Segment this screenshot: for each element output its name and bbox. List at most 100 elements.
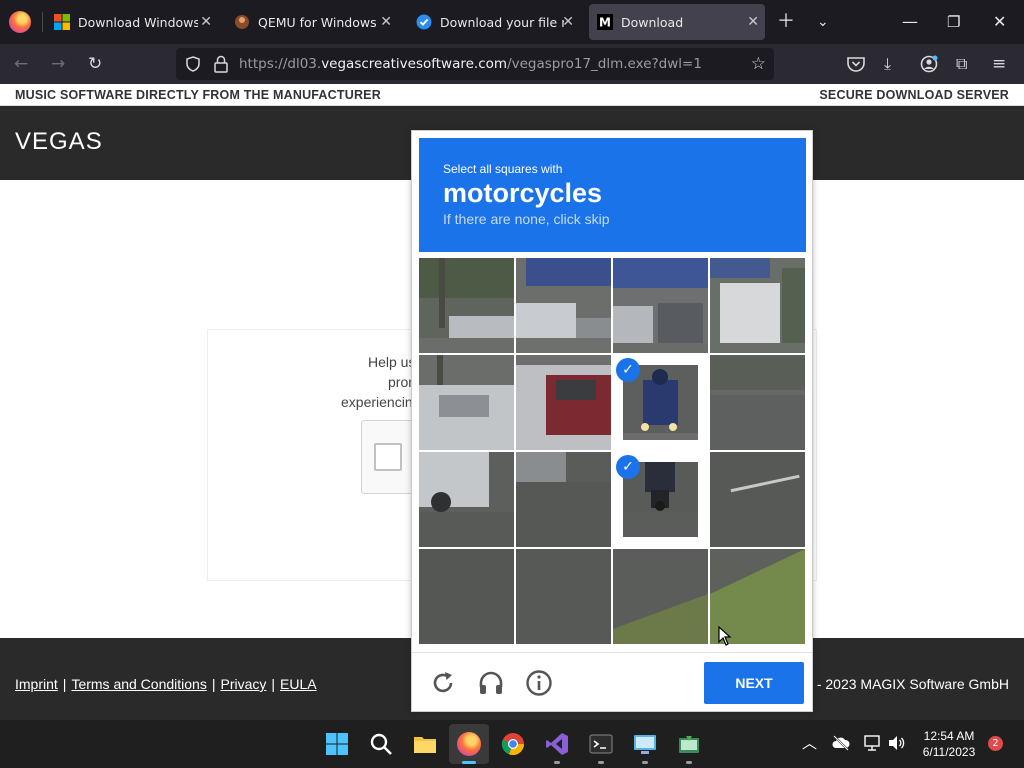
challenge-target: motorcycles <box>443 178 603 208</box>
clock-time: 12:54 AM <box>923 729 975 743</box>
challenge-footer-divider <box>412 652 812 653</box>
app-running-indicator <box>554 761 560 764</box>
app-active-indicator <box>462 761 476 764</box>
close-window-icon[interactable]: ✕ <box>993 12 1006 32</box>
file-explorer-icon[interactable] <box>413 732 437 756</box>
captcha-challenge-popup: Select all squares with motorcycles If t… <box>411 130 813 712</box>
chrome-icon[interactable] <box>501 732 525 756</box>
bookmark-star-icon[interactable]: ☆ <box>751 54 766 74</box>
tab-download-active[interactable]: M Download ✕ <box>589 4 765 40</box>
browser-tab-bar: Download Windows 10 ✕ QEMU for Windows –… <box>0 0 1024 44</box>
app-running-indicator <box>642 761 648 764</box>
refresh-icon[interactable] <box>429 669 457 697</box>
vm-manager-icon[interactable] <box>677 732 701 756</box>
url-bar[interactable]: https://dl03.vegascreativesoftware.com/v… <box>176 48 774 80</box>
app-running-indicator <box>686 761 692 764</box>
firefox-taskbar-icon[interactable] <box>457 732 481 756</box>
copyright-text: 3 - 2023 MAGIX Software GmbH <box>805 676 1009 692</box>
top-info-strip: MUSIC SOFTWARE DIRECTLY FROM THE MANUFAC… <box>0 84 1024 106</box>
selected-check-icon: ✓ <box>616 358 640 382</box>
magix-icon: M <box>597 14 613 30</box>
eula-link[interactable]: EULA <box>280 676 317 692</box>
clock-date: 6/11/2023 <box>922 745 976 759</box>
grid-tile[interactable] <box>419 452 514 547</box>
terms-link[interactable]: Terms and Conditions <box>71 676 206 692</box>
hamburger-menu-icon[interactable]: ≡ <box>992 54 1006 74</box>
vegas-logo[interactable]: VEGAS <box>15 128 103 156</box>
grid-tile[interactable] <box>516 258 611 353</box>
svg-text:M: M <box>599 16 611 30</box>
strip-left-text: MUSIC SOFTWARE DIRECTLY FROM THE MANUFAC… <box>15 88 381 102</box>
terminal-icon[interactable] <box>589 732 613 756</box>
check-badge-icon <box>416 14 432 30</box>
pocket-icon[interactable] <box>847 56 865 72</box>
url-text[interactable]: https://dl03.vegascreativesoftware.com/v… <box>239 56 702 72</box>
downloads-icon[interactable]: ⤓ <box>884 54 891 74</box>
selected-check-icon: ✓ <box>616 455 640 479</box>
grid-tile[interactable] <box>710 355 805 450</box>
system-clock[interactable]: 12:54 AM 6/11/2023 <box>912 728 986 760</box>
imprint-link[interactable]: Imprint <box>15 676 58 692</box>
back-icon[interactable]: ← <box>14 54 28 74</box>
tab-download-windows[interactable]: Download Windows 10 ✕ <box>48 4 218 40</box>
visual-studio-icon[interactable] <box>545 732 569 756</box>
tab-title: Download <box>621 14 684 30</box>
footer-links: Imprint | Terms and Conditions | Privacy | EUL… <box>15 676 317 692</box>
grid-tile[interactable] <box>516 549 611 644</box>
tab-title: QEMU for Windows – In <box>258 14 378 30</box>
tab-download-file[interactable]: Download your file now ✕ <box>410 4 580 40</box>
tab-separator <box>42 12 43 32</box>
grid-tile[interactable] <box>710 258 805 353</box>
notification-badge[interactable]: 2 <box>988 736 1003 751</box>
grid-tile[interactable] <box>613 549 708 644</box>
audio-challenge-icon[interactable] <box>477 669 505 697</box>
network-icon[interactable] <box>864 735 882 751</box>
minimize-icon[interactable]: — <box>902 12 918 32</box>
show-hidden-icons-chevron-icon[interactable]: ︿ <box>802 734 817 752</box>
tracking-shield-icon[interactable] <box>185 56 201 72</box>
close-tab-icon[interactable]: ✕ <box>562 14 574 30</box>
reload-icon[interactable]: ↻ <box>88 54 102 74</box>
info-icon[interactable] <box>525 669 553 697</box>
new-tab-icon[interactable]: ＋ <box>777 12 795 32</box>
restore-icon[interactable]: ❐ <box>947 12 960 32</box>
list-tabs-chevron-icon[interactable]: ⌄ <box>817 12 829 32</box>
grid-tile[interactable] <box>710 452 805 547</box>
remote-desktop-icon[interactable] <box>633 732 657 756</box>
next-button[interactable]: NEXT <box>704 662 804 704</box>
grid-tile[interactable] <box>419 549 514 644</box>
challenge-header: Select all squares with motorcycles If t… <box>419 138 806 252</box>
challenge-image-grid: ✓ ✓ <box>419 258 806 645</box>
strip-right-text: SECURE DOWNLOAD SERVER <box>819 88 1009 102</box>
privacy-link[interactable]: Privacy <box>220 676 266 692</box>
tab-qemu[interactable]: QEMU for Windows – In ✕ <box>228 4 398 40</box>
grid-tile[interactable] <box>419 355 514 450</box>
lock-icon[interactable] <box>213 55 229 73</box>
close-tab-icon[interactable]: ✕ <box>380 14 392 30</box>
close-tab-icon[interactable]: ✕ <box>747 14 759 30</box>
account-icon[interactable] <box>920 55 938 73</box>
onedrive-offline-icon[interactable] <box>832 735 850 751</box>
challenge-instruction: Select all squares with <box>443 162 563 176</box>
tab-title: Download Windows 10 <box>78 14 198 30</box>
search-icon[interactable] <box>369 732 393 756</box>
start-windows-icon[interactable] <box>325 732 349 756</box>
tab-title: Download your file now <box>440 14 564 30</box>
firefox-menu-icon[interactable] <box>9 11 31 33</box>
windows-taskbar: ︿ 12:54 AM 6/11/2023 2 <box>0 720 1024 768</box>
app-running-indicator <box>598 761 604 764</box>
close-tab-icon[interactable]: ✕ <box>200 14 212 30</box>
grid-tile[interactable] <box>516 355 611 450</box>
forward-icon[interactable]: → <box>51 54 65 74</box>
grid-tile[interactable] <box>419 258 514 353</box>
grid-tile[interactable] <box>613 258 708 353</box>
qemu-icon <box>235 15 249 29</box>
windows-icon <box>54 14 70 30</box>
captcha-checkbox[interactable] <box>374 443 402 471</box>
grid-tile-selected[interactable]: ✓ <box>613 355 708 450</box>
volume-icon[interactable] <box>888 735 906 751</box>
challenge-skip-hint: If there are none, click skip <box>443 211 610 227</box>
grid-tile[interactable] <box>516 452 611 547</box>
grid-tile-selected[interactable]: ✓ <box>613 452 708 547</box>
extensions-puzzle-icon[interactable]: ⧉ <box>956 54 967 74</box>
